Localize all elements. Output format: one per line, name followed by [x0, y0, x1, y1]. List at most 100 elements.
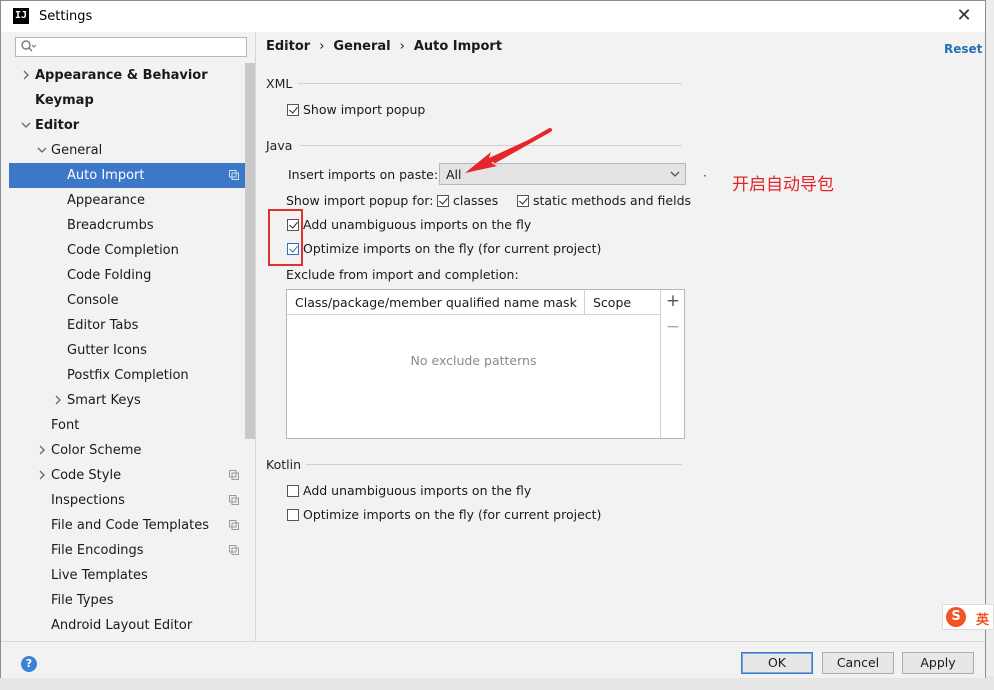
sidebar-item[interactable]: Editor Tabs: [9, 313, 245, 338]
java-optimize-imports-checkbox[interactable]: Optimize imports on the fly (for current…: [287, 240, 601, 258]
cancel-button[interactable]: Cancel: [822, 652, 894, 674]
chevron-right-icon[interactable]: [53, 395, 63, 405]
add-icon[interactable]: +: [665, 293, 681, 310]
ok-button[interactable]: OK: [741, 652, 813, 674]
section-title-kotlin: Kotlin: [266, 457, 301, 472]
checkbox-label: Optimize imports on the fly (for current…: [303, 507, 602, 522]
sidebar-item[interactable]: Appearance: [9, 188, 245, 213]
project-scope-icon: [229, 170, 239, 180]
kotlin-optimize-imports-checkbox[interactable]: Optimize imports on the fly (for current…: [287, 506, 601, 524]
sidebar-item-label: General: [51, 143, 103, 158]
sidebar-item[interactable]: Code Style: [9, 463, 245, 488]
sidebar-scrollbar[interactable]: [245, 63, 255, 439]
sidebar-item-label: Code Folding: [67, 268, 152, 283]
remove-icon[interactable]: −: [665, 319, 681, 336]
checkbox-box[interactable]: [287, 509, 299, 521]
reset-link[interactable]: Reset: [944, 42, 982, 56]
kotlin-add-unambiguous-imports-checkbox[interactable]: Add unambiguous imports on the fly: [287, 482, 531, 500]
sidebar-item-label: Gutter Icons: [67, 343, 147, 358]
sidebar-item-label: Inspections: [51, 493, 125, 508]
sidebar-item[interactable]: Editor: [9, 113, 245, 138]
sidebar-item[interactable]: Font: [9, 413, 245, 438]
sidebar-item[interactable]: Code Folding: [9, 263, 245, 288]
checkbox-label: static methods and fields: [533, 193, 692, 208]
sidebar-item-label: File Encodings: [51, 543, 144, 558]
sidebar-item[interactable]: Breadcrumbs: [9, 213, 245, 238]
exclude-from-import-label: Exclude from import and completion:: [286, 267, 519, 282]
ime-status-badge[interactable]: S 英: [942, 604, 994, 630]
sidebar-item[interactable]: File Types: [9, 588, 245, 613]
sidebar-item[interactable]: Android Layout Editor: [9, 613, 245, 638]
sidebar-item[interactable]: Inspections: [9, 488, 245, 513]
sidebar-item[interactable]: Live Templates: [9, 563, 245, 588]
sidebar-item-label: Android Layout Editor: [51, 618, 193, 633]
column-divider: [584, 290, 585, 315]
intellij-logo-icon: IJ: [13, 8, 29, 24]
settings-content-panel: Editor › General › Auto Import Reset XML Sho…: [256, 32, 985, 641]
xml-show-import-popup-checkbox[interactable]: Show import popup: [287, 101, 425, 119]
project-scope-icon: [229, 520, 239, 530]
annotation-dot: ·: [703, 169, 707, 183]
java-classes-checkbox[interactable]: classes: [437, 192, 498, 210]
checkbox-box[interactable]: [517, 195, 529, 207]
checkbox-box[interactable]: [287, 104, 299, 116]
java-static-methods-checkbox[interactable]: static methods and fields: [517, 192, 691, 210]
help-icon[interactable]: ?: [21, 656, 37, 672]
checkbox-label: Optimize imports on the fly (for current…: [303, 241, 602, 256]
sidebar-item[interactable]: Keymap: [9, 88, 245, 113]
sidebar-item-label: Editor: [35, 118, 80, 133]
sidebar-item[interactable]: Smart Keys: [9, 388, 245, 413]
sidebar-item-label: Live Templates: [51, 568, 148, 583]
sidebar-item[interactable]: Code Completion: [9, 238, 245, 263]
checkbox-label: Add unambiguous imports on the fly: [303, 217, 532, 232]
sidebar-item[interactable]: General: [9, 138, 245, 163]
chevron-down-icon[interactable]: [37, 145, 47, 155]
checkbox-box[interactable]: [287, 485, 299, 497]
table-header: Class/package/member qualified name mask…: [287, 290, 660, 315]
project-scope-icon: [229, 495, 239, 505]
sidebar-item-label: Keymap: [35, 93, 94, 108]
project-scope-icon: [229, 545, 239, 555]
ime-language-indicator: 英: [976, 613, 990, 628]
chevron-right-icon[interactable]: [37, 445, 47, 455]
window-title: Settings: [39, 9, 93, 24]
chevron-down-icon: [670, 171, 680, 177]
annotation-text: 开启自动导包: [732, 175, 834, 195]
apply-button[interactable]: Apply: [902, 652, 974, 674]
checkbox-label: Add unambiguous imports on the fly: [303, 483, 532, 498]
sidebar-item[interactable]: Appearance & Behavior: [9, 63, 245, 88]
breadcrumb-auto-import: Auto Import: [413, 39, 503, 54]
chevron-down-icon[interactable]: [21, 120, 31, 130]
settings-sidebar: Appearance & Behavior Keymap Editor General…: [9, 32, 256, 641]
close-icon[interactable]: ✕: [953, 5, 975, 27]
sidebar-item-label: Breadcrumbs: [67, 218, 154, 233]
chevron-right-icon[interactable]: [21, 70, 31, 80]
settings-search-input[interactable]: [15, 37, 247, 57]
table-toolbar: + −: [660, 290, 685, 438]
sidebar-item-label: Color Scheme: [51, 443, 142, 458]
chevron-right-icon[interactable]: [37, 470, 47, 480]
sidebar-item[interactable]: Gutter Icons: [9, 338, 245, 363]
sidebar-item-label: Editor Tabs: [67, 318, 139, 333]
search-icon: [21, 40, 36, 52]
dropdown-value: All: [446, 167, 462, 182]
checkbox-label: classes: [453, 193, 499, 208]
sidebar-item-label: Code Completion: [67, 243, 179, 258]
table-empty-message: No exclude patterns: [410, 353, 537, 368]
annotation-highlight-box: [268, 209, 303, 266]
sidebar-item[interactable]: Color Scheme: [9, 438, 245, 463]
java-add-unambiguous-imports-checkbox[interactable]: Add unambiguous imports on the fly: [287, 216, 531, 234]
sidebar-item[interactable]: File Encodings: [9, 538, 245, 563]
background-ide-right-strip: [986, 0, 994, 690]
column-header-name-mask[interactable]: Class/package/member qualified name mask: [295, 295, 577, 310]
sidebar-item[interactable]: Auto Import: [9, 163, 245, 188]
checkbox-box[interactable]: [437, 195, 449, 207]
sidebar-item-label: Font: [51, 418, 80, 433]
sidebar-item[interactable]: Console: [9, 288, 245, 313]
sidebar-item[interactable]: Postfix Completion: [9, 363, 245, 388]
section-divider: [298, 83, 682, 84]
sidebar-item-label: Smart Keys: [67, 393, 141, 408]
column-header-scope[interactable]: Scope: [593, 295, 631, 310]
sidebar-item[interactable]: File and Code Templates: [9, 513, 245, 538]
section-divider: [306, 464, 682, 465]
